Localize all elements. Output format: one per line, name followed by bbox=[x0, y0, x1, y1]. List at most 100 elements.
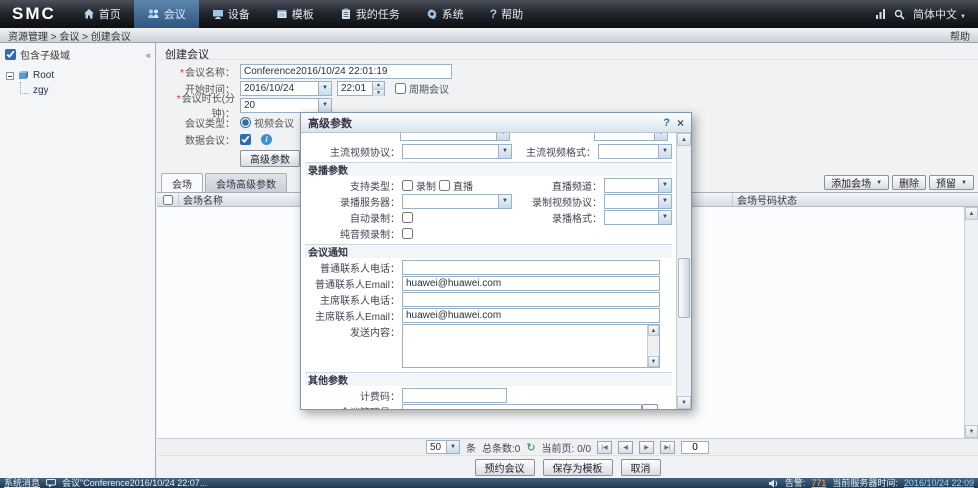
server-time-label: 当前服务器时间: bbox=[832, 478, 898, 488]
chevron-down-icon[interactable] bbox=[446, 441, 459, 453]
pager-prev-button[interactable] bbox=[618, 441, 633, 454]
alarm-count[interactable]: 771 bbox=[811, 478, 826, 488]
start-date-picker[interactable]: 2016/10/24 bbox=[240, 81, 332, 96]
speaker-icon[interactable] bbox=[769, 479, 779, 488]
video-protocol-select[interactable] bbox=[402, 144, 512, 159]
nav-my-tasks[interactable]: 我的任务 bbox=[327, 0, 413, 28]
nav-home[interactable]: 首页 bbox=[70, 0, 134, 28]
record-protocol-select[interactable] bbox=[604, 194, 672, 209]
page-size-select[interactable]: 50 bbox=[426, 440, 460, 454]
search-icon[interactable] bbox=[894, 9, 905, 20]
language-select[interactable]: 简体中文 bbox=[913, 6, 966, 22]
textarea-scrollbar[interactable] bbox=[647, 325, 659, 367]
nav-home-label: 首页 bbox=[99, 6, 121, 22]
delete-site-button[interactable]: 删除 bbox=[892, 175, 926, 190]
cancel-button[interactable]: 取消 bbox=[621, 459, 661, 476]
page-number-input[interactable] bbox=[681, 441, 709, 454]
send-content-label: 发送内容： bbox=[305, 324, 400, 339]
conference-type-label: 会议类型： bbox=[157, 115, 235, 130]
chevron-down-icon[interactable] bbox=[658, 195, 671, 208]
contact-email-input[interactable] bbox=[402, 276, 660, 291]
pager-first-button[interactable] bbox=[597, 441, 612, 454]
time-spinner-icon[interactable] bbox=[372, 82, 384, 95]
chevron-down-icon[interactable] bbox=[318, 99, 331, 112]
conference-admin-input[interactable] bbox=[402, 404, 642, 410]
scroll-up-icon[interactable] bbox=[648, 325, 659, 336]
chevron-down-icon[interactable] bbox=[658, 179, 671, 192]
system-message-link[interactable]: 系统消息 bbox=[4, 478, 40, 488]
cycle-conference-label: 周期会议 bbox=[409, 81, 449, 96]
advanced-params-button[interactable]: 高级参数 bbox=[240, 150, 300, 167]
tree-node-zgy[interactable]: zgy bbox=[6, 83, 149, 98]
tab-site-advanced[interactable]: 会场高级参数 bbox=[205, 173, 287, 192]
live-checkbox[interactable] bbox=[439, 180, 450, 191]
chevron-down-icon[interactable] bbox=[498, 195, 511, 208]
billing-code-input[interactable] bbox=[402, 388, 507, 403]
clipped-select[interactable] bbox=[400, 133, 510, 141]
status-message[interactable]: 会议"Conference2016/10/24 22:07... bbox=[62, 478, 207, 488]
data-conference-checkbox[interactable] bbox=[240, 134, 251, 145]
clipped-select[interactable] bbox=[594, 133, 668, 141]
scroll-up-icon[interactable] bbox=[965, 207, 978, 220]
section-notify: 会议通知 bbox=[305, 244, 672, 258]
video-format-select[interactable] bbox=[598, 144, 672, 159]
conference-name-label: *会议名称： bbox=[157, 64, 235, 79]
start-time-spinner[interactable]: 22:01 bbox=[337, 81, 385, 96]
schedule-conference-button[interactable]: 预约会议 bbox=[475, 459, 535, 476]
nav-help[interactable]: ? 帮助 bbox=[477, 0, 536, 28]
info-icon[interactable] bbox=[261, 134, 272, 145]
dialog-help-icon[interactable]: ? bbox=[663, 117, 670, 129]
dialog-scrollbar[interactable] bbox=[676, 133, 691, 409]
contact-phone-input[interactable] bbox=[402, 260, 660, 275]
tab-site[interactable]: 会场 bbox=[161, 173, 203, 192]
close-icon[interactable]: × bbox=[677, 116, 684, 130]
pager-next-button[interactable] bbox=[639, 441, 654, 454]
nav-device[interactable]: 设备 bbox=[199, 0, 263, 28]
topbar-right: 简体中文 bbox=[876, 0, 978, 28]
record-checkbox[interactable] bbox=[402, 180, 413, 191]
refresh-icon[interactable] bbox=[526, 441, 535, 454]
scroll-down-icon[interactable] bbox=[677, 396, 691, 409]
recording-server-select[interactable] bbox=[402, 194, 512, 209]
scroll-down-icon[interactable] bbox=[648, 356, 659, 367]
table-scrollbar[interactable] bbox=[964, 207, 978, 438]
browse-admin-button[interactable]: ... bbox=[642, 404, 658, 410]
dialog-titlebar: 高级参数 ? × bbox=[301, 113, 691, 133]
live-channel-select[interactable] bbox=[604, 178, 672, 193]
record-format-select[interactable] bbox=[604, 210, 672, 225]
start-date-value: 2016/10/24 bbox=[241, 83, 318, 94]
chevron-down-icon[interactable] bbox=[496, 133, 509, 140]
pager-last-button[interactable] bbox=[660, 441, 675, 454]
chevron-down-icon[interactable] bbox=[658, 145, 671, 158]
chevron-down-icon[interactable] bbox=[654, 133, 667, 140]
nav-conference[interactable]: 会议 bbox=[134, 0, 199, 28]
conference-name-input[interactable] bbox=[240, 64, 452, 79]
scroll-up-icon[interactable] bbox=[677, 133, 691, 146]
include-subdomain-checkbox[interactable] bbox=[5, 49, 16, 60]
duration-select[interactable]: 20 bbox=[240, 98, 332, 113]
nav-system[interactable]: 系统 bbox=[413, 0, 477, 28]
scrollbar-thumb[interactable] bbox=[678, 258, 690, 318]
dialog-title: 高级参数 bbox=[308, 115, 352, 131]
reserve-button[interactable]: 预留 bbox=[929, 175, 974, 190]
help-link[interactable]: 帮助 bbox=[950, 28, 970, 43]
nav-template[interactable]: 模板 bbox=[263, 0, 327, 28]
chair-phone-input[interactable] bbox=[402, 292, 660, 307]
chair-email-input[interactable] bbox=[402, 308, 660, 323]
video-conference-radio[interactable] bbox=[240, 117, 251, 128]
chevron-down-icon[interactable] bbox=[658, 211, 671, 224]
tree-expander-icon[interactable] bbox=[6, 72, 14, 80]
chevron-down-icon[interactable] bbox=[498, 145, 511, 158]
cycle-conference-checkbox[interactable] bbox=[395, 83, 406, 94]
auto-record-checkbox[interactable] bbox=[402, 212, 413, 223]
save-as-template-button[interactable]: 保存为模板 bbox=[543, 459, 613, 476]
live-channel-label: 直播频道： bbox=[518, 178, 602, 193]
sidebar-collapse-icon[interactable] bbox=[146, 50, 151, 60]
add-site-button[interactable]: 添加会场 bbox=[824, 175, 889, 190]
server-time-value[interactable]: 2016/10/24 22:09 bbox=[904, 478, 974, 488]
scroll-down-icon[interactable] bbox=[965, 425, 978, 438]
calendar-dropdown-icon[interactable] bbox=[318, 82, 331, 95]
audio-only-checkbox[interactable] bbox=[402, 228, 413, 239]
select-all-checkbox[interactable] bbox=[163, 195, 173, 205]
send-content-textarea[interactable] bbox=[402, 324, 660, 368]
